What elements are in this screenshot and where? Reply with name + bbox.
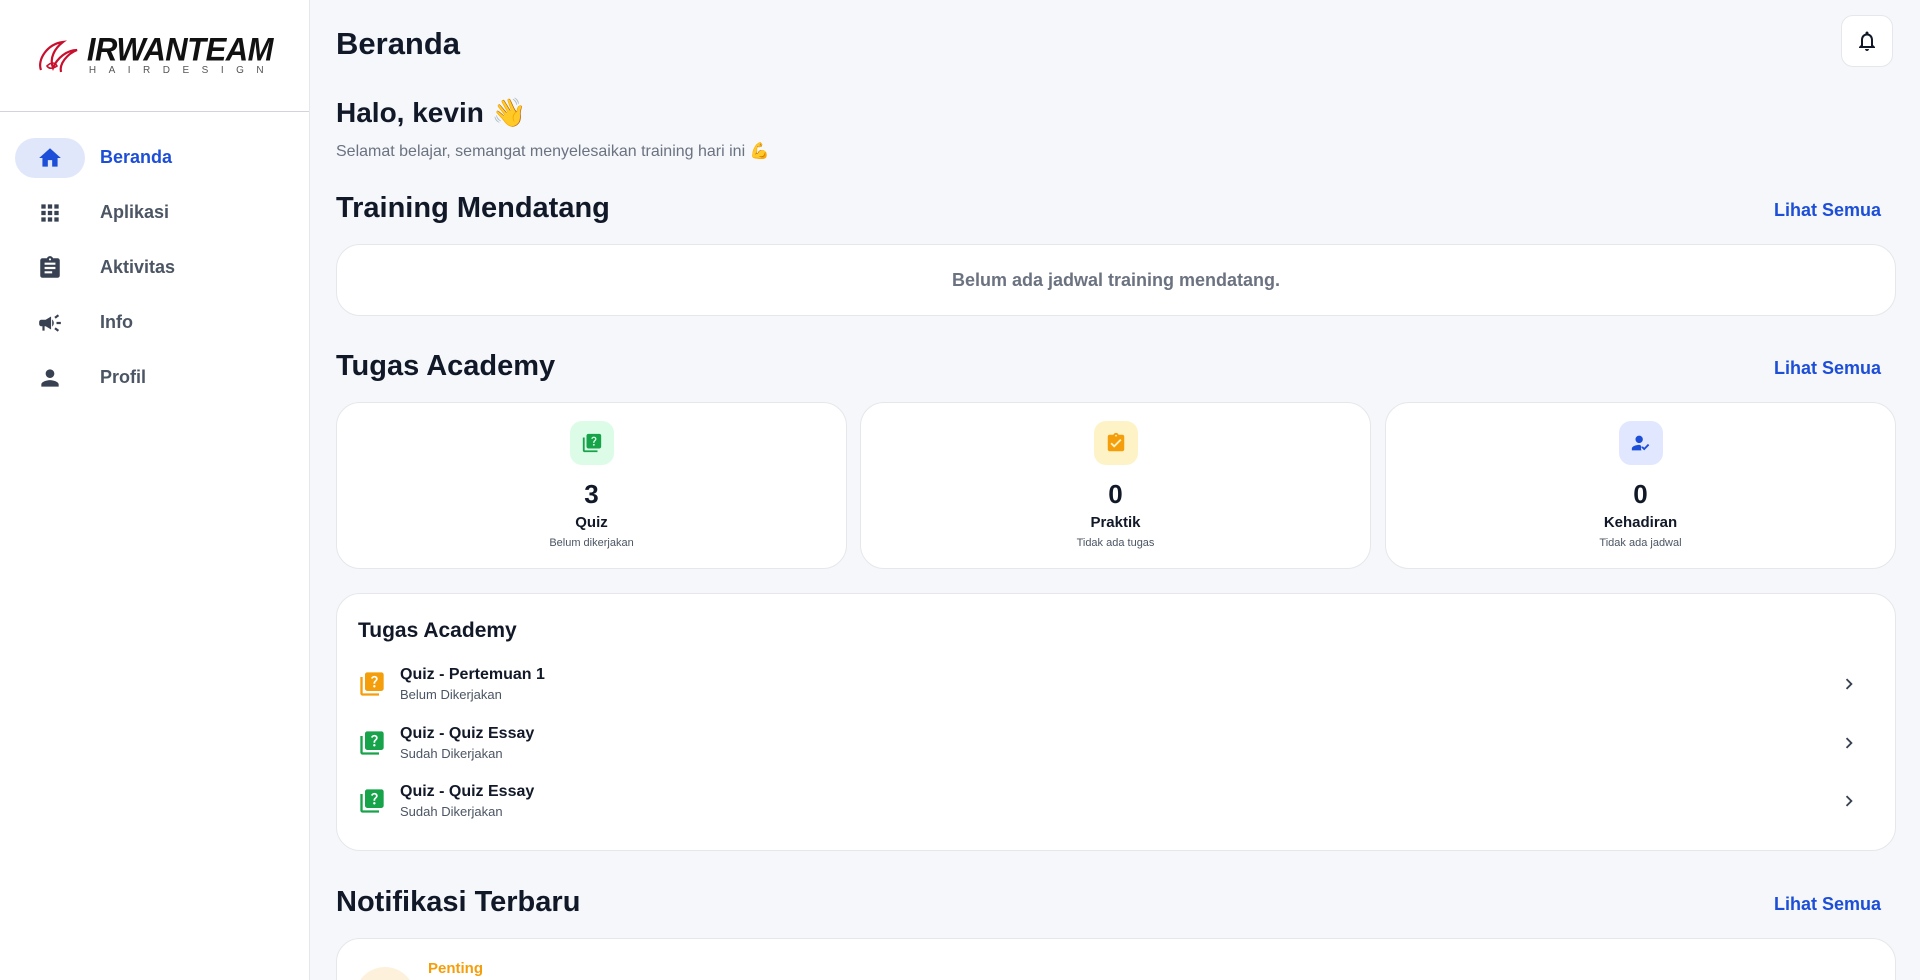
- training-empty-text: Belum ada jadwal training mendatang.: [951, 269, 1281, 290]
- sidebar-item-label: Info: [100, 312, 133, 332]
- stat-desc: Belum dikerjakan: [549, 537, 634, 549]
- academy-task-item[interactable]: Quiz - Quiz Essay Sudah Dikerjakan: [358, 718, 1868, 768]
- stat-value: 0: [1633, 479, 1648, 509]
- megaphone-icon: [15, 303, 85, 343]
- greeting-subtitle: Selamat belajar, semangat menyelesaikan …: [336, 143, 770, 160]
- stat-card-kehadiran[interactable]: 0 Kehadiran Tidak ada jadwal: [1385, 402, 1896, 569]
- home-icon: [15, 137, 85, 178]
- task-check-icon: [1093, 421, 1138, 465]
- sidebar-nav: Beranda Aplikasi Aktivitas Info Profil: [0, 112, 309, 405]
- logo-mark-icon: [38, 39, 78, 72]
- stat-card-praktik[interactable]: 0 Praktik Tidak ada tugas: [860, 402, 1371, 569]
- stat-desc: Tidak ada jadwal: [1599, 537, 1682, 549]
- stat-value: 3: [584, 479, 599, 509]
- stat-value: 0: [1108, 479, 1123, 509]
- clipboard-icon: [15, 248, 85, 288]
- task-title: Quiz - Pertemuan 1: [400, 666, 545, 683]
- training-see-all-link[interactable]: Lihat Semua: [1774, 200, 1881, 221]
- academy-task-item[interactable]: Quiz - Quiz Essay Sudah Dikerjakan: [358, 776, 1868, 826]
- person-icon: [15, 358, 85, 398]
- page-title: Beranda: [336, 26, 461, 61]
- notifications-see-all-link[interactable]: Lihat Semua: [1774, 894, 1881, 915]
- chevron-right-icon: [1845, 737, 1853, 749]
- sidebar-item-profil[interactable]: Profil: [0, 350, 309, 405]
- brand-logo[interactable]: IRWANTEAM HAIRDESIGN: [0, 0, 309, 112]
- quiz-icon: [360, 789, 384, 813]
- training-section-title: Training Mendatang: [336, 192, 610, 224]
- sidebar-item-label: Aplikasi: [100, 202, 170, 222]
- attendance-icon: [1618, 421, 1663, 465]
- training-empty-card: Belum ada jadwal training mendatang.: [336, 244, 1896, 316]
- academy-see-all-link[interactable]: Lihat Semua: [1774, 358, 1881, 379]
- stat-card-quiz[interactable]: 3 Quiz Belum dikerjakan: [336, 402, 847, 569]
- bell-icon: [1859, 31, 1875, 51]
- sidebar-item-beranda[interactable]: Beranda: [0, 130, 309, 185]
- quiz-icon: [360, 731, 384, 755]
- stat-label: Kehadiran: [1603, 514, 1678, 531]
- academy-task-list-card: Tugas Academy Quiz - Pertemuan 1 Belum D…: [336, 593, 1896, 851]
- sidebar-item-label: Beranda: [100, 147, 173, 167]
- stat-label: Quiz: [575, 514, 608, 531]
- sidebar-item-label: Profil: [100, 367, 147, 387]
- task-status: Belum Dikerjakan: [400, 687, 502, 702]
- task-title: Quiz - Quiz Essay: [400, 783, 535, 800]
- stat-label: Praktik: [1090, 514, 1141, 531]
- sidebar: IRWANTEAM HAIRDESIGN Beranda Aplikasi Ak…: [0, 0, 310, 980]
- notifications-section-title: Notifikasi Terbaru: [336, 886, 581, 918]
- sidebar-item-aktivitas[interactable]: Aktivitas: [0, 240, 309, 295]
- notification-badge-icon: [355, 967, 415, 980]
- chevron-right-icon: [1845, 678, 1853, 690]
- sidebar-item-label: Aktivitas: [100, 257, 176, 277]
- greeting-title: Halo, kevin 👋: [336, 97, 527, 128]
- task-status: Sudah Dikerjakan: [400, 804, 503, 819]
- notification-bell-button[interactable]: [1841, 15, 1893, 67]
- notification-tag: Penting: [428, 960, 483, 977]
- academy-task-item[interactable]: Quiz - Pertemuan 1 Belum Dikerjakan: [358, 659, 1868, 709]
- academy-task-list-title: Tugas Academy: [358, 619, 517, 642]
- academy-section-title: Tugas Academy: [336, 350, 556, 382]
- task-title: Quiz - Quiz Essay: [400, 725, 535, 742]
- sidebar-item-aplikasi[interactable]: Aplikasi: [0, 185, 309, 240]
- notification-item[interactable]: Penting: [336, 938, 1896, 980]
- task-status: Sudah Dikerjakan: [400, 746, 503, 761]
- apps-grid-icon: [15, 193, 85, 233]
- sidebar-item-info[interactable]: Info: [0, 295, 309, 350]
- quiz-icon: [569, 421, 614, 465]
- stat-desc: Tidak ada tugas: [1076, 537, 1155, 549]
- chevron-right-icon: [1845, 795, 1853, 807]
- brand-name: IRWANTEAM: [86, 31, 274, 68]
- quiz-icon: [360, 672, 384, 696]
